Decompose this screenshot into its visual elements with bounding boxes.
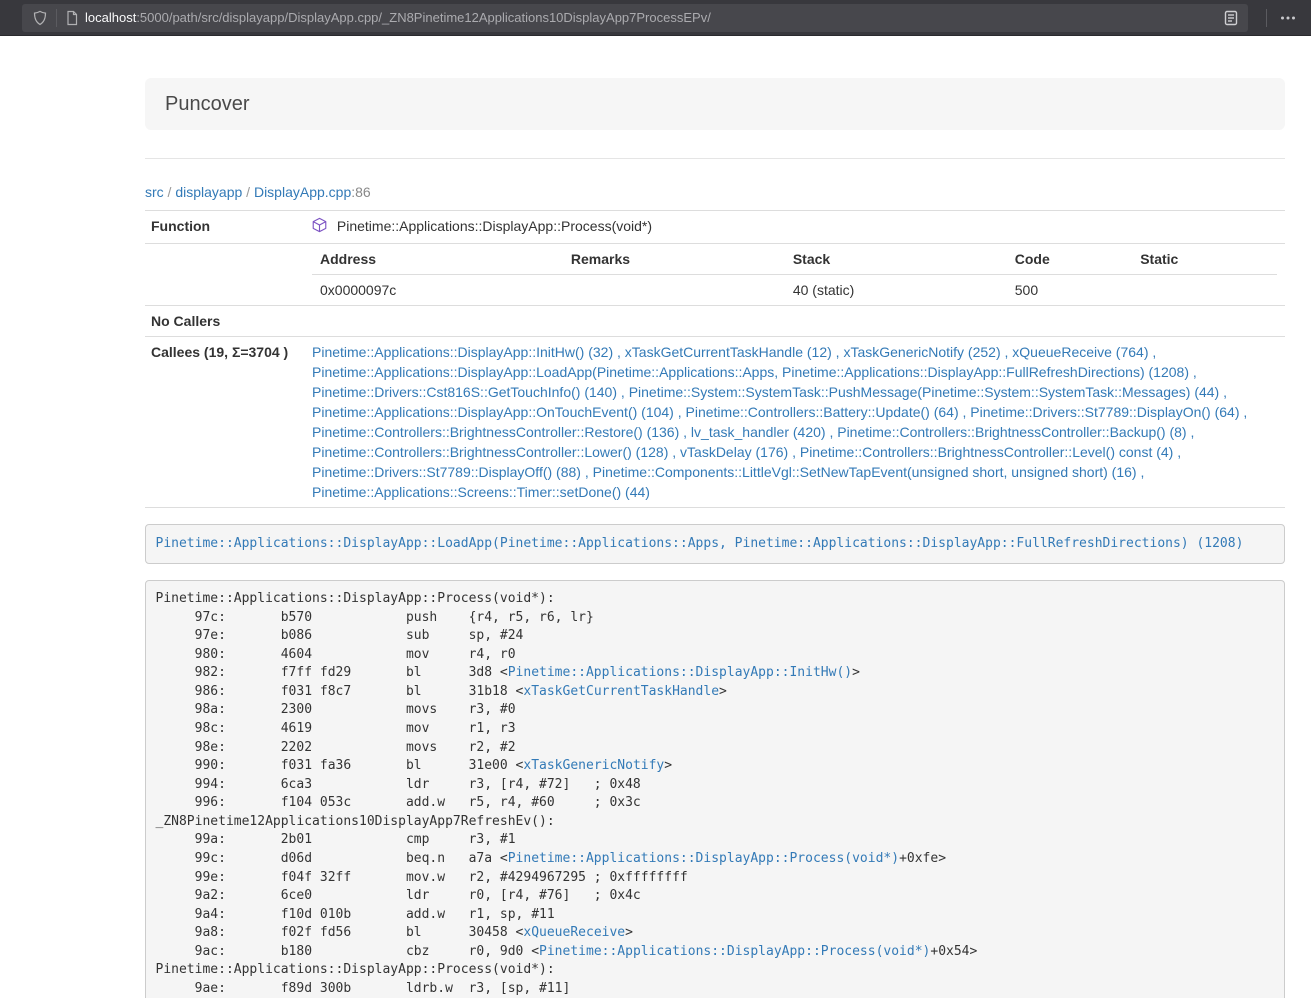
page-title: Puncover (165, 93, 250, 115)
callee-separator: , (1187, 424, 1195, 440)
code-size-value: 500 (1007, 275, 1132, 306)
callee-separator: , (1189, 364, 1197, 380)
page-header: Puncover (145, 78, 1285, 130)
code-symbol-link[interactable]: xTaskGenericNotify (523, 758, 664, 773)
function-cube-icon (312, 220, 331, 236)
menu-icon[interactable] (1279, 10, 1297, 26)
callee-link[interactable]: xQueueReceive (764) (1012, 344, 1148, 360)
callee-link[interactable]: xTaskGetCurrentTaskHandle (12) (625, 344, 832, 360)
callee-link[interactable]: Pinetime::System::SystemTask::PushMessag… (629, 384, 1220, 400)
callee-separator: , (826, 424, 838, 440)
callee-link[interactable]: xTaskGenericNotify (252) (843, 344, 1000, 360)
column-header-address: Address (312, 244, 563, 275)
breadcrumb: src / displayapp / DisplayApp.cpp:86 (145, 182, 1285, 202)
callee-link[interactable]: Pinetime::Controllers::BrightnessControl… (312, 444, 668, 460)
symbol-table: Function Pinetime::Applications::Display… (145, 210, 1285, 508)
function-name: Pinetime::Applications::DisplayApp::Proc… (337, 218, 652, 234)
column-header-stack: Stack (785, 244, 1007, 275)
callee-link[interactable]: Pinetime::Components::LittleVgl::SetNewT… (593, 464, 1137, 480)
static-value (1132, 275, 1277, 306)
callee-separator: , (788, 444, 800, 460)
column-header-remarks: Remarks (563, 244, 785, 275)
callee-link[interactable]: Pinetime::Applications::DisplayApp::OnTo… (312, 404, 674, 420)
callees-label: Callees (19, Σ=3704 ) (145, 337, 304, 508)
callee-separator: , (1173, 444, 1181, 460)
function-row: Function Pinetime::Applications::Display… (145, 211, 1285, 244)
callee-separator: , (674, 404, 686, 420)
assembly-listing: Pinetime::Applications::DisplayApp::Proc… (145, 580, 1285, 998)
breadcrumb-line-number: :86 (351, 184, 370, 200)
callee-link[interactable]: vTaskDelay (176) (680, 444, 788, 460)
breadcrumb-link[interactable]: DisplayApp.cpp (254, 184, 351, 200)
callee-link[interactable]: Pinetime::Applications::Screens::Timer::… (312, 484, 650, 500)
callee-separator: , (1240, 404, 1248, 420)
selected-callee-link[interactable]: Pinetime::Applications::DisplayApp::Load… (156, 536, 1244, 551)
function-row-label: Function (145, 211, 304, 244)
divider (56, 9, 57, 27)
callee-separator: , (1137, 464, 1145, 480)
callees-row: Callees (19, Σ=3704 ) Pinetime::Applicat… (145, 337, 1285, 508)
code-symbol-link[interactable]: xTaskGetCurrentTaskHandle (523, 684, 719, 699)
breadcrumb-link[interactable]: displayapp (175, 184, 242, 200)
function-stats-row: Address Remarks Stack Code Static 0x0000… (145, 244, 1285, 306)
code-symbol-link[interactable]: Pinetime::Applications::DisplayApp::Init… (508, 665, 852, 680)
callee-separator: , (1219, 384, 1227, 400)
stack-value: 40 (static) (785, 275, 1007, 306)
callee-separator: , (959, 404, 971, 420)
callee-link[interactable]: lv_task_handler (420) (691, 424, 826, 440)
function-stats-values: 0x0000097c 40 (static) 500 (312, 275, 1277, 306)
callee-separator: , (832, 344, 844, 360)
browser-toolbar: localhost:5000/path/src/displayapp/Displ… (0, 0, 1311, 36)
column-header-static: Static (1132, 244, 1277, 275)
selected-callee-box: Pinetime::Applications::DisplayApp::Load… (145, 524, 1285, 564)
callee-link[interactable]: Pinetime::Controllers::BrightnessControl… (312, 424, 679, 440)
callee-link[interactable]: Pinetime::Controllers::BrightnessControl… (800, 444, 1173, 460)
url-text: localhost:5000/path/src/displayapp/Displ… (85, 10, 1222, 25)
shield-icon[interactable] (32, 10, 48, 26)
url-path: :5000/path/src/displayapp/DisplayApp.cpp… (136, 10, 711, 25)
divider (1266, 9, 1267, 27)
callee-link[interactable]: Pinetime::Controllers::Battery::Update()… (686, 404, 959, 420)
code-symbol-link[interactable]: xQueueReceive (523, 925, 625, 940)
callee-link[interactable]: Pinetime::Drivers::Cst816S::GetTouchInfo… (312, 384, 617, 400)
callee-separator: , (613, 344, 625, 360)
callee-link[interactable]: Pinetime::Applications::DisplayApp::Load… (312, 364, 1189, 380)
callee-separator: , (1001, 344, 1013, 360)
callee-link[interactable]: Pinetime::Applications::DisplayApp::Init… (312, 344, 613, 360)
code-symbol-link[interactable]: Pinetime::Applications::DisplayApp::Proc… (539, 944, 930, 959)
callee-separator: , (679, 424, 691, 440)
callee-separator: , (617, 384, 629, 400)
url-bar[interactable]: localhost:5000/path/src/displayapp/Displ… (22, 4, 1248, 32)
main-content: Puncover src / displayapp / DisplayApp.c… (145, 36, 1285, 998)
callers-row: No Callers (145, 306, 1285, 337)
callee-link[interactable]: Pinetime::Controllers::BrightnessControl… (837, 424, 1186, 440)
url-host: localhost (85, 10, 136, 25)
function-stats-table: Address Remarks Stack Code Static 0x0000… (312, 244, 1277, 305)
callee-link[interactable]: Pinetime::Drivers::St7789::DisplayOn() (… (970, 404, 1239, 420)
callee-separator: , (668, 444, 680, 460)
no-callers-label: No Callers (145, 306, 304, 337)
address-value: 0x0000097c (312, 275, 563, 306)
reader-mode-icon[interactable] (1222, 9, 1240, 27)
breadcrumb-link[interactable]: src (145, 184, 164, 200)
remarks-value (563, 275, 785, 306)
divider (145, 158, 1285, 159)
column-header-code: Code (1007, 244, 1132, 275)
breadcrumb-separator: / (164, 184, 176, 200)
callees-list: Pinetime::Applications::DisplayApp::Init… (304, 337, 1285, 508)
callee-separator: , (1148, 344, 1156, 360)
callee-separator: , (581, 464, 593, 480)
callee-link[interactable]: Pinetime::Drivers::St7789::DisplayOff() … (312, 464, 581, 480)
code-symbol-link[interactable]: Pinetime::Applications::DisplayApp::Proc… (508, 851, 899, 866)
breadcrumb-separator: / (242, 184, 254, 200)
page-icon[interactable] (65, 10, 79, 26)
